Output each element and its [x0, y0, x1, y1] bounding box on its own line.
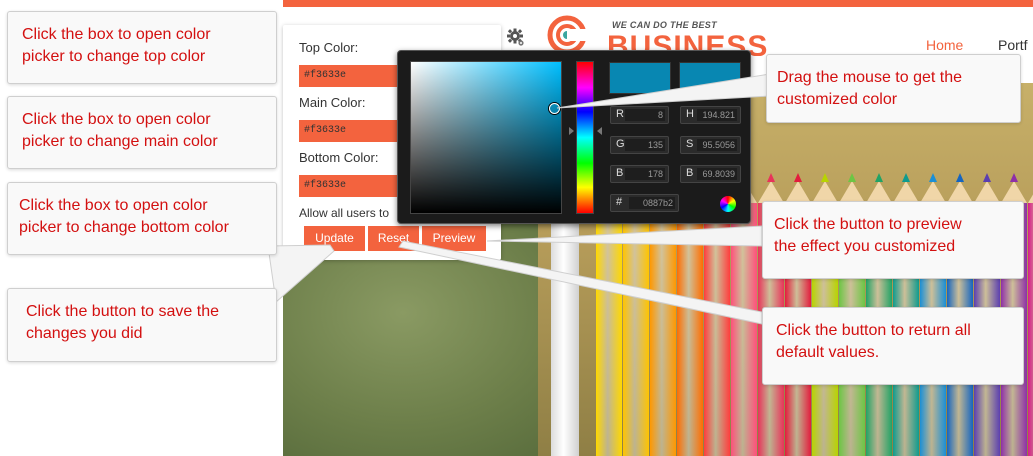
brightness-field: B [680, 165, 741, 183]
saturation-input[interactable] [697, 139, 737, 151]
pencil-body [731, 203, 757, 456]
callout-reset-line-2: default values. [776, 344, 880, 361]
callout-main-line-1: Click the box to open color [22, 111, 211, 128]
hue-field: H [680, 106, 741, 124]
brand-logo-icon [547, 15, 587, 55]
callout-bottom-line-1: Click the box to open color [19, 197, 208, 214]
pencil-wood [947, 181, 973, 203]
hue-input[interactable] [697, 109, 737, 121]
pencil-wood [1028, 181, 1033, 203]
pencil-tip [902, 173, 910, 182]
preview-button[interactable]: Preview [422, 226, 486, 251]
pencil-body [650, 203, 676, 456]
pencil-wood [758, 181, 784, 203]
hex-input[interactable] [629, 197, 675, 209]
green-input[interactable] [625, 139, 665, 151]
pencil-tip [929, 173, 937, 182]
pencil-wood [974, 181, 1000, 203]
gear-icon[interactable] [506, 28, 526, 48]
pencil-tip [983, 173, 991, 182]
callout-save-line-2: changes you did [26, 325, 143, 342]
top-color-box[interactable]: #f3633e [299, 65, 399, 87]
bottom-color-label: Bottom Color: [299, 150, 379, 165]
callout-top-color: Click the box to open color picker to ch… [7, 11, 277, 84]
pencil-body [623, 203, 649, 456]
current-color-swatch[interactable] [679, 62, 741, 94]
green-label: G [616, 138, 625, 150]
red-label: R [616, 108, 624, 120]
brightness-label: B [686, 167, 694, 179]
color-wheel-icon[interactable] [720, 196, 736, 212]
callout-drag: Drag the mouse to get the customized col… [766, 54, 1021, 123]
hue-slider-left-arrow-icon[interactable] [569, 127, 574, 135]
callout-top-line-1: Click the box to open color [22, 26, 211, 43]
red-field: R [610, 106, 669, 124]
callout-reset-line-1: Click the button to return all [776, 322, 971, 339]
picker-drag-handle[interactable] [549, 103, 560, 114]
blue-input[interactable] [625, 168, 665, 180]
blue-label: B [616, 167, 624, 179]
reset-button[interactable]: Reset [368, 226, 419, 251]
site-tagline: WE CAN DO THE BEST [612, 20, 717, 30]
allow-users-text: Allow all users to [299, 206, 390, 220]
callout-main-line-2: picker to change main color [22, 133, 218, 150]
new-color-swatch [609, 62, 671, 94]
hue-slider[interactable] [576, 61, 594, 214]
hue-slider-right-arrow-icon[interactable] [597, 127, 602, 135]
pencil-body [1028, 203, 1033, 456]
nav-portfolio-link[interactable]: Portf [998, 37, 1028, 53]
pencil-tip [956, 173, 964, 182]
callout-preview-line-2: the effect you customized [774, 238, 956, 255]
brightness-input[interactable] [697, 168, 737, 180]
hex-label: # [616, 196, 623, 208]
callout-reset: Click the button to return all default v… [762, 307, 1024, 385]
pencil-wood [893, 181, 919, 203]
pencil-body [677, 203, 703, 456]
callout-drag-line-1: Drag the mouse to get the [777, 69, 962, 86]
pencil-tip [767, 173, 775, 182]
callout-top-line-2: picker to change top color [22, 48, 206, 65]
red-input[interactable] [625, 109, 665, 121]
hex-field: # [610, 194, 679, 212]
pencil-wood [812, 181, 838, 203]
nav-home-link[interactable]: Home [926, 37, 963, 53]
pencil-tip [848, 173, 856, 182]
main-color-box[interactable]: #f3633e [299, 120, 399, 142]
callout-preview-line-1: Click the button to preview [774, 216, 962, 233]
update-button[interactable]: Update [304, 226, 365, 251]
pencil-wood [866, 181, 892, 203]
pencil-wood [839, 181, 865, 203]
pencil-tip [794, 173, 802, 182]
hue-label: H [686, 108, 694, 120]
pencil-tip [1010, 173, 1018, 182]
callout-bottom-line-2: picker to change bottom color [19, 219, 229, 236]
callout-preview: Click the button to preview the effect y… [762, 201, 1024, 279]
main-color-label: Main Color: [299, 95, 366, 110]
callout-drag-line-2: customized color [777, 91, 898, 108]
top-accent-bar [283, 0, 1033, 7]
saturation-field: S [680, 136, 741, 154]
callout-main-color: Click the box to open color picker to ch… [7, 96, 277, 169]
bottom-color-box[interactable]: #f3633e [299, 175, 399, 197]
saturation-value-area[interactable] [410, 61, 562, 214]
saturation-label: S [686, 138, 694, 150]
pencil-body [704, 203, 730, 456]
pencil-wood [920, 181, 946, 203]
pencil-body [596, 203, 622, 456]
pencil-tip [821, 173, 829, 182]
blue-field: B [610, 165, 669, 183]
callout-bottom-color: Click the box to open color picker to ch… [7, 182, 277, 255]
callout-save-line-1: Click the button to save the [26, 303, 219, 320]
pencil-tip [875, 173, 883, 182]
top-color-label: Top Color: [299, 40, 359, 55]
green-field: G [610, 136, 669, 154]
pencil-wood [1001, 181, 1027, 203]
callout-save: Click the button to save the changes you… [7, 288, 277, 362]
pencil-wood [785, 181, 811, 203]
